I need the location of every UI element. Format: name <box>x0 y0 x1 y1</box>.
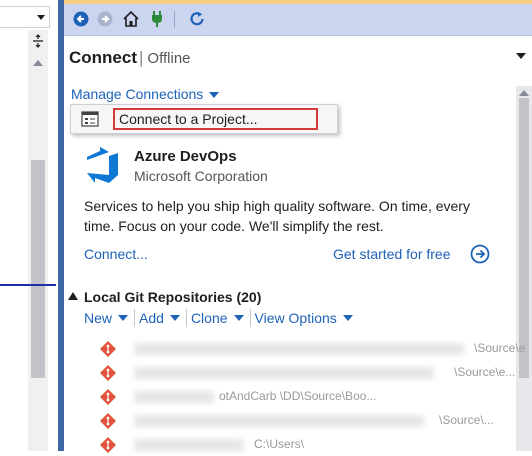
forward-icon[interactable] <box>96 10 114 28</box>
manage-connections-menu: Connect to a Project... <box>70 104 338 134</box>
back-icon[interactable] <box>72 10 90 28</box>
chevron-down-icon <box>169 315 180 321</box>
chevron-down-icon <box>118 315 129 321</box>
repo-name-redacted <box>134 439 244 451</box>
list-item[interactable]: \Source\e <box>94 338 525 360</box>
azure-devops-icon <box>87 147 118 183</box>
team-explorer-panel: Connect | Offline Manage Connections Azure… <box>64 36 532 453</box>
panel-scroll-thumb[interactable] <box>519 98 529 378</box>
action-separator <box>249 309 251 327</box>
git-add-label: Add <box>139 310 164 326</box>
repo-path: otAndCarb \DD\Source\Boo... <box>219 389 377 403</box>
repo-name-redacted <box>134 391 214 403</box>
server-icon <box>81 111 99 127</box>
git-clone-label: Clone <box>190 310 228 326</box>
repo-path: \Source\e... <box>454 365 516 379</box>
get-started-link[interactable]: Get started for free <box>333 246 451 262</box>
list-item[interactable]: C:\Users\ <box>94 434 504 456</box>
git-view-options-label: View Options <box>254 310 337 326</box>
scroll-up-icon[interactable] <box>519 90 529 96</box>
repo-name-redacted <box>134 415 424 427</box>
editor-dropdown[interactable] <box>0 6 50 28</box>
editor-pane <box>0 0 58 451</box>
git-new-button[interactable]: New <box>84 309 132 327</box>
manage-connections-link[interactable]: Manage Connections <box>71 86 220 102</box>
list-item[interactable]: \Source\e... <box>94 362 515 384</box>
list-item[interactable]: \Source\... <box>94 410 504 432</box>
repo-path: \Source\e <box>474 341 526 355</box>
git-repo-icon <box>100 341 116 357</box>
git-section-title[interactable]: Local Git Repositories (20) <box>84 289 261 305</box>
chevron-down-icon <box>209 92 220 99</box>
git-actions-bar: New Add Clone View Options <box>84 309 357 327</box>
git-repo-icon <box>100 413 116 429</box>
editor-divider <box>0 284 56 286</box>
panel-menu-icon[interactable] <box>516 53 526 59</box>
git-new-label: New <box>84 310 113 326</box>
repo-path: \Source\... <box>439 413 494 427</box>
azure-devops-company: Microsoft Corporation <box>134 168 268 184</box>
toolbar-separator <box>174 11 175 28</box>
azure-devops-title: Azure DevOps <box>134 148 237 165</box>
home-icon[interactable] <box>122 10 140 28</box>
manage-connections-label: Manage Connections <box>71 86 204 102</box>
chevron-down-icon <box>342 315 353 321</box>
action-separator <box>134 309 136 327</box>
git-repo-icon <box>100 389 116 405</box>
connect-icon[interactable] <box>148 10 166 28</box>
action-separator <box>185 309 187 327</box>
git-repo-icon <box>100 437 116 453</box>
connect-to-project-menu-item[interactable]: Connect to a Project... <box>113 108 318 130</box>
panel-scrollbar[interactable] <box>516 86 532 451</box>
git-repo-icon <box>100 365 116 381</box>
team-explorer-toolbar <box>64 4 532 36</box>
git-view-options-button[interactable]: View Options <box>255 309 357 327</box>
connection-status: Offline <box>147 50 191 67</box>
chevron-down-icon <box>37 15 45 20</box>
connect-link[interactable]: Connect... <box>84 246 148 262</box>
chevron-down-icon <box>233 315 244 321</box>
page-title: Connect | Offline <box>69 48 191 67</box>
editor-scrollbar[interactable] <box>28 30 48 451</box>
page-title-text: Connect <box>69 48 137 67</box>
repo-name-redacted <box>134 343 464 355</box>
repo-name-redacted <box>134 367 434 379</box>
connect-to-project-label: Connect to a Project... <box>119 111 258 127</box>
split-icon[interactable] <box>31 34 45 48</box>
refresh-icon[interactable] <box>188 10 206 28</box>
editor-scroll-thumb[interactable] <box>31 160 45 378</box>
azure-devops-description: Services to help you ship high quality s… <box>84 198 470 234</box>
list-item[interactable]: otAndCarb \DD\Source\Boo... <box>94 386 504 408</box>
collapse-triangle-icon[interactable] <box>68 292 78 300</box>
repo-path: C:\Users\ <box>254 437 305 451</box>
git-clone-button[interactable]: Clone <box>191 309 248 327</box>
git-add-button[interactable]: Add <box>139 309 184 327</box>
arrow-right-circle-icon[interactable] <box>470 244 490 264</box>
scroll-up-icon[interactable] <box>33 60 43 66</box>
